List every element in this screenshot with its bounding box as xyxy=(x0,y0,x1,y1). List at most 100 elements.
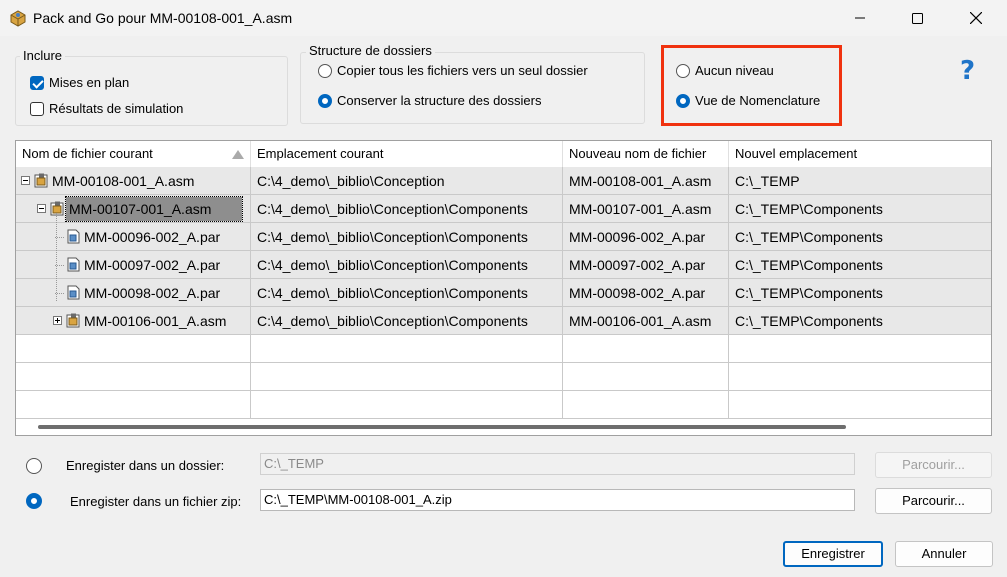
cell-current-name: MM-00098-002_A.par xyxy=(16,279,251,307)
table-row[interactable]: MM-00106-001_A.asm C:\4_demo\_biblio\Conc… xyxy=(16,307,991,335)
cell-current-name: MM-00108-001_A.asm xyxy=(16,167,251,195)
file-name-label: MM-00097-002_A.par xyxy=(84,257,221,273)
cell-new-name: MM-00096-002_A.par xyxy=(563,223,729,251)
cell-new-name: MM-00107-001_A.asm xyxy=(563,195,729,223)
cell-new-name xyxy=(563,335,729,363)
cell-new-location: C:\_TEMP xyxy=(729,167,991,195)
column-header-new-location[interactable]: Nouvel emplacement xyxy=(729,141,991,167)
save-button[interactable]: Enregistrer xyxy=(783,541,883,567)
column-header-new-name[interactable]: Nouveau nom de fichier xyxy=(563,141,729,167)
cell-new-location xyxy=(729,363,991,391)
structure-group-label: Structure de dossiers xyxy=(306,43,435,58)
files-table[interactable]: Nom de fichier courant Emplacement coura… xyxy=(15,140,992,436)
part-file-icon xyxy=(67,285,80,300)
table-header: Nom de fichier courant Emplacement coura… xyxy=(16,141,991,168)
cell-current-location xyxy=(251,391,563,419)
radio-unselected-icon xyxy=(318,63,332,78)
cell-new-name: MM-00108-001_A.asm xyxy=(563,167,729,195)
collapse-icon[interactable] xyxy=(21,176,30,185)
cell-current-name: MM-00096-002_A.par xyxy=(16,223,251,251)
close-button[interactable] xyxy=(953,0,999,36)
cell-current-location: C:\4_demo\_biblio\Conception\Components xyxy=(251,251,563,279)
checkbox-unchecked-icon xyxy=(30,101,44,116)
cell-new-name: MM-00098-002_A.par xyxy=(563,279,729,307)
cell-current-name xyxy=(16,363,251,391)
column-header-label: Emplacement courant xyxy=(257,146,384,161)
table-row-empty xyxy=(16,335,991,363)
minimize-icon xyxy=(855,17,865,19)
copier-seul-dossier-radio[interactable]: Copier tous les fichiers vers un seul do… xyxy=(318,63,588,78)
column-header-label: Nouvel emplacement xyxy=(735,146,858,161)
cell-current-location xyxy=(251,335,563,363)
cell-current-location: C:\4_demo\_biblio\Conception\Components xyxy=(251,195,563,223)
cell-current-name: MM-00106-001_A.asm xyxy=(16,307,251,335)
title-bar: Pack and Go pour MM-00108-001_A.asm xyxy=(0,0,1007,36)
pack-and-go-icon xyxy=(10,10,26,27)
table-row-empty xyxy=(16,391,991,419)
part-file-icon xyxy=(67,257,80,272)
window-title: Pack and Go pour MM-00108-001_A.asm xyxy=(33,10,293,26)
cell-new-name xyxy=(563,391,729,419)
browse-zip-button[interactable]: Parcourir... xyxy=(875,488,992,514)
tree-connector xyxy=(56,213,57,301)
cell-current-name xyxy=(16,391,251,419)
expand-icon[interactable] xyxy=(53,316,62,325)
conserver-structure-radio[interactable]: Conserver la structure des dossiers xyxy=(318,93,541,108)
help-icon[interactable]: ? xyxy=(960,56,975,86)
file-name-label: MM-00108-001_A.asm xyxy=(52,173,195,189)
minimize-button[interactable] xyxy=(837,0,883,36)
resultats-simulation-label: Résultats de simulation xyxy=(49,101,184,116)
browse-folder-button[interactable]: Parcourir... xyxy=(875,452,992,478)
table-row[interactable]: MM-00096-002_A.par C:\4_demo\_biblio\Conc… xyxy=(16,223,991,251)
maximize-button[interactable] xyxy=(894,0,940,36)
cell-new-location: C:\_TEMP\Components xyxy=(729,307,991,335)
sort-ascending-icon xyxy=(232,150,244,159)
cell-current-name xyxy=(16,335,251,363)
cell-current-name: MM-00107-001_A.asm xyxy=(16,195,251,223)
table-row[interactable]: MM-00107-001_A.asm C:\4_demo\_biblio\Conc… xyxy=(16,195,991,223)
column-header-current-location[interactable]: Emplacement courant xyxy=(251,141,563,167)
save-folder-label: Enregister dans un dossier: xyxy=(66,458,225,473)
assembly-file-icon xyxy=(34,173,48,188)
resultats-simulation-checkbox[interactable]: Résultats de simulation xyxy=(30,101,183,116)
save-zip-radio[interactable] xyxy=(26,493,47,509)
cancel-button[interactable]: Annuler xyxy=(895,541,993,567)
cell-new-name: MM-00106-001_A.asm xyxy=(563,307,729,335)
cell-new-name: MM-00097-002_A.par xyxy=(563,251,729,279)
table-row[interactable]: MM-00108-001_A.asm C:\4_demo\_biblio\Conc… xyxy=(16,167,991,195)
cell-current-location: C:\4_demo\_biblio\Conception\Components xyxy=(251,307,563,335)
save-folder-input[interactable]: C:\_TEMP xyxy=(260,453,855,475)
mises-en-plan-checkbox[interactable]: Mises en plan xyxy=(30,75,129,90)
table-row[interactable]: MM-00098-002_A.par C:\4_demo\_biblio\Conc… xyxy=(16,279,991,307)
assembly-file-icon xyxy=(50,201,64,216)
save-zip-label: Enregister dans un fichier zip: xyxy=(70,494,242,509)
table-row[interactable]: MM-00097-002_A.par C:\4_demo\_biblio\Conc… xyxy=(16,251,991,279)
radio-selected-icon xyxy=(318,93,332,108)
cell-new-location: C:\_TEMP\Components xyxy=(729,251,991,279)
radio-selected-icon xyxy=(26,493,42,509)
cell-new-location: C:\_TEMP\Components xyxy=(729,195,991,223)
cell-current-location: C:\4_demo\_biblio\Conception xyxy=(251,167,563,195)
inclure-group-label: Inclure xyxy=(20,48,66,63)
cell-new-location: C:\_TEMP\Components xyxy=(729,279,991,307)
collapse-icon[interactable] xyxy=(37,204,46,213)
horizontal-scrollbar[interactable] xyxy=(38,425,846,429)
cell-current-location: C:\4_demo\_biblio\Conception\Components xyxy=(251,279,563,307)
cell-new-location: C:\_TEMP\Components xyxy=(729,223,991,251)
table-row-empty xyxy=(16,363,991,391)
file-name-label: MM-00098-002_A.par xyxy=(84,285,221,301)
checkbox-checked-icon xyxy=(30,75,44,90)
cell-new-name xyxy=(563,363,729,391)
cell-new-location xyxy=(729,335,991,363)
part-file-icon xyxy=(67,229,80,244)
column-header-current-name[interactable]: Nom de fichier courant xyxy=(16,141,251,167)
cell-new-location xyxy=(729,391,991,419)
copier-seul-dossier-label: Copier tous les fichiers vers un seul do… xyxy=(337,63,588,78)
column-header-label: Nouveau nom de fichier xyxy=(569,146,707,161)
file-name-label: MM-00096-002_A.par xyxy=(84,229,221,245)
highlight-box xyxy=(661,45,842,126)
save-zip-input[interactable]: C:\_TEMP\MM-00108-001_A.zip xyxy=(260,489,855,511)
cell-current-location xyxy=(251,363,563,391)
radio-unselected-icon xyxy=(26,458,42,474)
save-folder-radio[interactable] xyxy=(26,458,47,474)
